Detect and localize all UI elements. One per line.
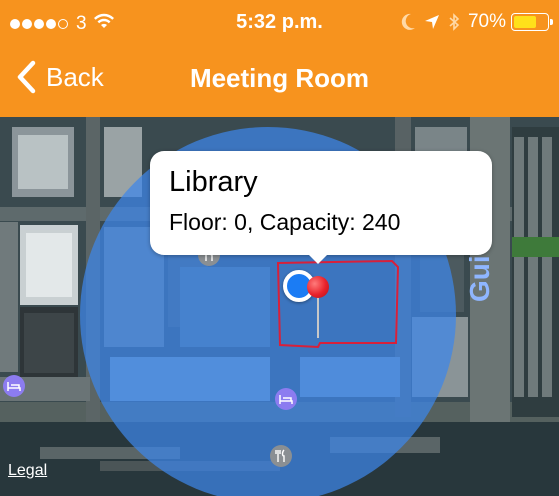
map-pin-stem: [317, 293, 319, 338]
moon-icon: [400, 13, 416, 31]
status-right: 70%: [400, 11, 553, 33]
callout-subtitle: Floor: 0, Capacity: 240: [169, 209, 401, 235]
restaurant-icon: [275, 449, 285, 462]
location-arrow-icon: [424, 14, 440, 30]
callout-arrow: [306, 252, 330, 264]
callout-title: Library: [169, 166, 258, 198]
battery-tip: [550, 19, 553, 25]
battery-percent: 70%: [467, 11, 506, 32]
navigation-bar: Back Meeting Room: [0, 44, 559, 117]
map-callout[interactable]: Library Floor: 0, Capacity: 240: [150, 151, 492, 255]
hotel-poi[interactable]: [275, 388, 297, 410]
street-label: Gui: [464, 255, 495, 302]
header-bar: 3 5:32 p.m. 70% Back Meeting Room: [0, 0, 559, 117]
battery-level: [514, 16, 536, 28]
status-bar: 3 5:32 p.m. 70%: [0, 0, 559, 44]
hotel-icon: [7, 382, 21, 391]
hotel-poi[interactable]: [3, 375, 25, 397]
page-title: Meeting Room: [189, 63, 370, 93]
legal-link[interactable]: Legal: [8, 462, 47, 480]
bluetooth-icon: [448, 13, 460, 31]
restaurant-poi[interactable]: [270, 445, 292, 467]
hotel-icon: [279, 395, 293, 404]
battery-icon: [511, 13, 553, 31]
map-pin-icon[interactable]: [307, 276, 329, 298]
